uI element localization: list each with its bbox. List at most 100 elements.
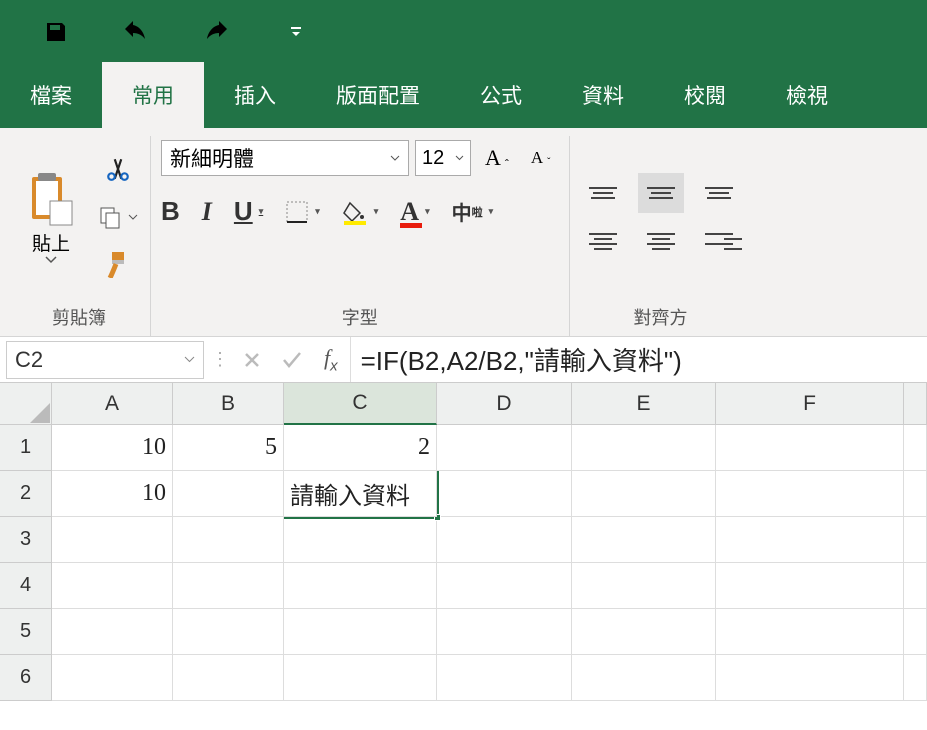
cell[interactable] (284, 517, 437, 563)
cell[interactable] (173, 517, 284, 563)
tab-insert[interactable]: 插入 (204, 62, 306, 128)
align-left-button[interactable] (580, 221, 626, 261)
cell[interactable] (52, 563, 173, 609)
border-button[interactable]: ▾ (285, 200, 320, 224)
cell[interactable]: 10 (52, 425, 173, 471)
cell[interactable] (572, 655, 716, 701)
shrink-font-button[interactable]: Aˇ (523, 148, 559, 168)
copy-button[interactable] (96, 199, 140, 235)
row-header[interactable]: 3 (0, 517, 52, 563)
align-middle-button[interactable] (638, 173, 684, 213)
row-header[interactable]: 1 (0, 425, 52, 471)
customize-qat-button[interactable] (273, 12, 319, 52)
cell[interactable] (437, 655, 572, 701)
cell[interactable] (173, 563, 284, 609)
border-icon (285, 200, 309, 224)
cell[interactable] (52, 517, 173, 563)
brush-icon (106, 252, 130, 278)
align-top-button[interactable] (580, 173, 626, 213)
save-button[interactable] (33, 12, 79, 52)
redo-button[interactable] (193, 12, 239, 52)
font-color-button[interactable]: A ▾ (400, 197, 429, 227)
chevron-down-icon (128, 214, 138, 221)
cell[interactable] (437, 563, 572, 609)
row-header[interactable]: 5 (0, 609, 52, 655)
cell[interactable] (904, 517, 927, 563)
column-header[interactable]: C (284, 383, 437, 425)
cell[interactable] (572, 517, 716, 563)
cell[interactable]: 10 (52, 471, 173, 517)
cell[interactable] (437, 517, 572, 563)
row-header[interactable]: 4 (0, 563, 52, 609)
underline-button[interactable]: U▾ (234, 196, 263, 227)
align-bottom-button[interactable] (696, 173, 742, 213)
tab-formulas[interactable]: 公式 (450, 62, 552, 128)
enter-formula-button[interactable] (272, 350, 312, 370)
cell[interactable] (437, 471, 572, 517)
bold-button[interactable]: B (161, 196, 180, 227)
tab-home[interactable]: 常用 (102, 62, 204, 128)
name-box[interactable]: C2 (6, 341, 204, 379)
undo-button[interactable] (113, 12, 159, 52)
cell[interactable] (904, 425, 927, 471)
cell[interactable] (52, 655, 173, 701)
paste-button[interactable]: 貼上 (18, 171, 84, 264)
fill-color-button[interactable]: ▾ (342, 199, 379, 225)
tab-file[interactable]: 檔案 (0, 62, 102, 128)
tab-view[interactable]: 檢視 (756, 62, 858, 128)
column-header[interactable] (904, 383, 927, 425)
font-size-value: 12 (422, 147, 444, 170)
cell[interactable] (572, 563, 716, 609)
tab-data[interactable]: 資料 (552, 62, 654, 128)
cell[interactable] (437, 609, 572, 655)
column-header[interactable]: D (437, 383, 572, 425)
grow-font-button[interactable]: Aˆ (477, 145, 517, 171)
column-header[interactable]: E (572, 383, 716, 425)
cell[interactable] (716, 563, 904, 609)
cell[interactable] (572, 609, 716, 655)
column-header[interactable]: F (716, 383, 904, 425)
cell[interactable] (716, 471, 904, 517)
cell[interactable] (284, 609, 437, 655)
cell[interactable] (173, 655, 284, 701)
font-family-select[interactable]: 新細明體 (161, 140, 409, 176)
cell[interactable] (52, 609, 173, 655)
cut-button[interactable] (96, 151, 140, 187)
cell[interactable] (716, 609, 904, 655)
cell[interactable] (284, 655, 437, 701)
cell[interactable] (173, 471, 284, 517)
cell[interactable] (716, 425, 904, 471)
cancel-formula-button[interactable] (232, 350, 272, 370)
font-size-select[interactable]: 12 (415, 140, 471, 176)
cell[interactable]: 5 (173, 425, 284, 471)
cell[interactable] (437, 425, 572, 471)
column-header[interactable]: B (173, 383, 284, 425)
cell[interactable] (572, 471, 716, 517)
cell[interactable] (284, 563, 437, 609)
phonetic-button[interactable]: 中啦▾ (452, 197, 494, 226)
tab-review[interactable]: 校閱 (654, 62, 756, 128)
fx-icon[interactable]: fx (312, 345, 350, 374)
cell[interactable] (904, 609, 927, 655)
cell[interactable] (716, 655, 904, 701)
cell[interactable] (904, 563, 927, 609)
column-header[interactable]: A (52, 383, 173, 425)
cell[interactable]: 2 (284, 425, 437, 471)
cell[interactable] (904, 471, 927, 517)
name-box-value: C2 (15, 347, 43, 373)
font-family-value: 新細明體 (170, 143, 254, 173)
format-painter-button[interactable] (96, 247, 140, 283)
cell[interactable]: 請輸入資料 (284, 471, 437, 517)
cell[interactable] (904, 655, 927, 701)
select-all-corner[interactable] (0, 383, 52, 425)
italic-button[interactable]: I (202, 197, 212, 227)
align-center-button[interactable] (638, 221, 684, 261)
cell[interactable] (572, 425, 716, 471)
tab-pagelayout[interactable]: 版面配置 (306, 62, 450, 128)
row-header[interactable]: 2 (0, 471, 52, 517)
formula-bar[interactable]: =IF(B2,A2/B2,"請輸入資料") (350, 337, 927, 382)
align-right-button[interactable] (696, 221, 742, 261)
cell[interactable] (173, 609, 284, 655)
row-header[interactable]: 6 (0, 655, 52, 701)
cell[interactable] (716, 517, 904, 563)
